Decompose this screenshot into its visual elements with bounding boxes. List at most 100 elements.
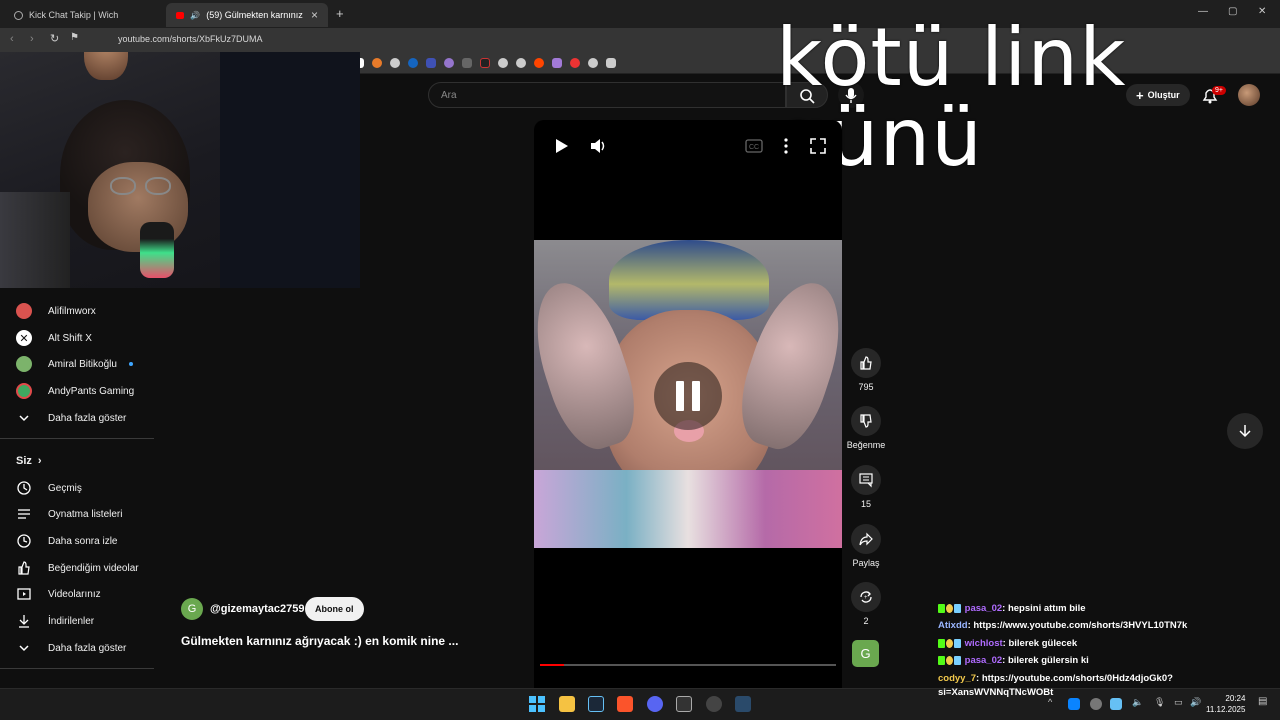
microphone-tray-icon[interactable]: 🎙 xyxy=(1154,697,1165,708)
video-icon xyxy=(16,586,32,602)
tray-icon[interactable] xyxy=(1068,698,1080,710)
obs-icon[interactable] xyxy=(706,696,722,712)
discord-icon[interactable] xyxy=(647,696,663,712)
chat-text: : bilerek gülecek xyxy=(1002,638,1078,649)
youtube-favicon-icon xyxy=(176,11,185,19)
video-frame[interactable] xyxy=(534,240,842,548)
tray-icon[interactable] xyxy=(1090,698,1102,710)
steam-icon[interactable] xyxy=(735,696,751,712)
bookmark-icon[interactable] xyxy=(552,57,562,68)
file-explorer-icon[interactable] xyxy=(559,696,575,712)
sidebar-item-label: Daha sonra izle xyxy=(48,535,118,547)
bookmark-icon[interactable] xyxy=(570,57,580,68)
chat-username[interactable]: pasa_02 xyxy=(965,655,1003,666)
subscribe-button[interactable]: Abone ol xyxy=(305,597,364,621)
new-tab-button[interactable]: + xyxy=(336,6,344,21)
more-options-icon[interactable] xyxy=(778,136,794,156)
like-button[interactable]: 795 xyxy=(846,348,886,392)
bookmark-gear-icon[interactable] xyxy=(588,57,598,68)
chat-badge-icon xyxy=(938,603,945,613)
sidebar-item-alifilmworx[interactable]: Alifilmworx xyxy=(16,300,96,322)
you-heading-label: Siz xyxy=(16,455,32,467)
clothing xyxy=(534,470,842,548)
chat-badge-icon xyxy=(938,655,945,665)
browser-tab[interactable]: Kick Chat Takip | Wich xyxy=(4,3,164,27)
progress-bar[interactable] xyxy=(540,664,836,666)
search-input[interactable]: Ara xyxy=(428,82,786,108)
close-window-button[interactable]: ✕ xyxy=(1258,6,1266,17)
forward-icon[interactable]: › xyxy=(30,33,34,45)
network-icon[interactable]: ▭ xyxy=(1174,697,1183,708)
arrow-down-icon xyxy=(1239,425,1251,438)
chat-username[interactable]: wichlost xyxy=(965,638,1003,649)
bookmark-icon[interactable]: ⚑ xyxy=(70,32,79,43)
svg-text:+: + xyxy=(864,595,868,601)
clock-icon xyxy=(16,533,32,549)
share-button[interactable]: Paylaş xyxy=(846,524,886,568)
browser-tab-active[interactable]: 🔊 (59) Gülmekten karnınız ağrıy × xyxy=(166,3,328,27)
pause-overlay-icon[interactable] xyxy=(654,362,722,430)
bookmark-icon[interactable] xyxy=(426,57,436,68)
sidebar-you-heading[interactable]: Siz › xyxy=(16,450,42,472)
comments-button[interactable]: 15 xyxy=(846,465,886,509)
streamer-webcam-overlay xyxy=(0,52,360,288)
chat-username[interactable]: Atixdd xyxy=(938,620,968,631)
steam-icon[interactable] xyxy=(588,696,604,712)
volume-tray-icon[interactable]: 🔈 xyxy=(1132,697,1143,708)
url-field[interactable]: youtube.com/shorts/XbFkUz7DUMA xyxy=(118,34,263,44)
sidebar-item-amiral-bitikoglu[interactable]: Amiral Bitikoğlu xyxy=(16,353,133,375)
brave-browser-icon[interactable] xyxy=(617,696,633,712)
video-title[interactable]: Gülmekten karnınız ağrıyacak :) en komik… xyxy=(181,634,458,648)
channel-avatar[interactable]: G xyxy=(181,598,203,620)
remix-button[interactable]: + 2 xyxy=(846,582,886,626)
minimize-button[interactable]: — xyxy=(1198,6,1208,17)
stream-overlay-text: kötü link günü xyxy=(776,11,1127,184)
dislike-button[interactable]: Beğenme xyxy=(846,406,886,450)
sidebar-item-alt-shift-x[interactable]: ✕ Alt Shift X xyxy=(16,327,92,349)
bookmark-icon[interactable] xyxy=(408,57,418,68)
sidebar-item-downloads[interactable]: İndirilenler xyxy=(16,610,94,632)
sidebar-item-watch-later[interactable]: Daha sonra izle xyxy=(16,530,117,552)
bookmark-icon[interactable] xyxy=(480,57,490,68)
sidebar-item-label: Daha fazla göster xyxy=(48,642,127,654)
chevron-up-icon[interactable]: ^ xyxy=(1048,697,1052,707)
bookmark-icon[interactable] xyxy=(372,57,382,68)
bookmark-icon[interactable] xyxy=(444,57,454,68)
remix-count: 2 xyxy=(863,616,869,626)
play-icon[interactable] xyxy=(552,136,572,156)
bookmark-reddit-icon[interactable] xyxy=(534,57,544,68)
channel-name[interactable]: @gizemaytac2759 xyxy=(210,603,305,615)
chat-username[interactable]: pasa_02 xyxy=(965,603,1003,614)
sidebar-item-playlists[interactable]: Oynatma listeleri xyxy=(16,503,122,525)
channel-thumbnail-button[interactable]: G xyxy=(852,640,879,667)
tray-steam-icon[interactable] xyxy=(1110,698,1122,710)
dislike-label: Beğenme xyxy=(846,440,886,450)
bookmark-globe-icon[interactable] xyxy=(390,57,400,68)
speaker-icon[interactable]: 🔊 xyxy=(1190,697,1201,708)
close-tab-icon[interactable]: × xyxy=(311,8,318,22)
bookmark-folder-icon[interactable] xyxy=(606,57,616,68)
sidebar-item-liked-videos[interactable]: Beğendiğim videolar xyxy=(16,557,139,579)
sidebar-item-label: AndyPants Gaming xyxy=(48,385,135,397)
bookmark-globe-icon[interactable] xyxy=(498,57,508,68)
chat-username[interactable]: codyy_7 xyxy=(938,673,976,684)
bookmark-globe-icon[interactable] xyxy=(516,57,526,68)
reload-icon[interactable]: ↻ xyxy=(50,32,59,45)
back-icon[interactable]: ‹ xyxy=(10,33,14,45)
app-icon[interactable] xyxy=(676,696,692,712)
windows-start-icon[interactable] xyxy=(529,696,545,712)
system-clock[interactable]: 20:24 11.12.2025 xyxy=(1206,693,1245,715)
bookmark-icon[interactable] xyxy=(462,57,472,68)
next-video-button[interactable] xyxy=(1227,413,1263,449)
sidebar-item-andypants-gaming[interactable]: AndyPants Gaming xyxy=(16,380,134,402)
volume-icon[interactable] xyxy=(588,136,608,156)
notification-center-icon[interactable]: ▤ xyxy=(1258,696,1267,707)
maximize-button[interactable]: ▢ xyxy=(1228,6,1237,17)
captions-icon[interactable]: CC xyxy=(744,138,764,154)
fullscreen-icon[interactable] xyxy=(808,136,828,156)
show-more-subscriptions[interactable]: Daha fazla göster xyxy=(16,407,126,429)
sidebar-item-your-videos[interactable]: Videolarınız xyxy=(16,583,101,605)
sidebar-item-history[interactable]: Geçmiş xyxy=(16,477,82,499)
chevron-right-icon: › xyxy=(37,455,42,467)
show-more-you[interactable]: Daha fazla göster xyxy=(16,637,126,659)
